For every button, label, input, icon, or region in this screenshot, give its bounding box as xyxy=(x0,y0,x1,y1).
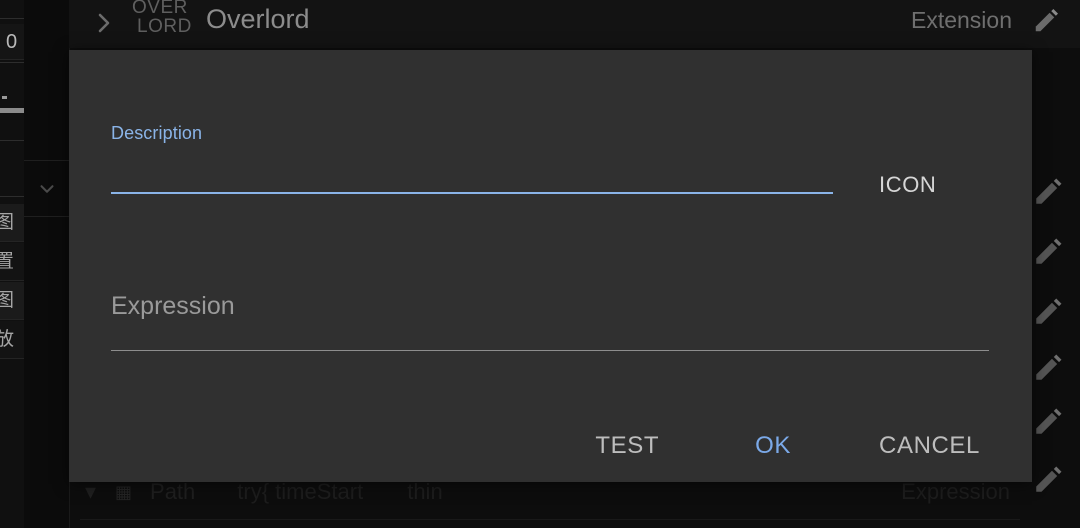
description-field-group: Description xyxy=(111,122,833,194)
bottom-row-divider xyxy=(80,519,1020,520)
pencil-icon[interactable] xyxy=(1032,174,1066,208)
brand-logo-line1: OVER xyxy=(132,0,188,18)
rail-divider xyxy=(0,62,24,63)
ok-button[interactable]: OK xyxy=(733,424,813,468)
left-rail: 0 图 置 图 放 xyxy=(0,0,25,528)
rail-glyph-2[interactable]: 置 xyxy=(0,243,24,281)
rail-glyph-4[interactable]: 放 xyxy=(0,321,24,359)
expression-field-group: Expression xyxy=(111,290,989,351)
icon-picker-button[interactable]: ICON xyxy=(879,172,936,198)
rail-divider xyxy=(0,196,24,197)
pencil-icon[interactable] xyxy=(1032,5,1062,35)
description-label: Description xyxy=(111,123,203,143)
dialog-actions: TEST OK CANCEL xyxy=(69,418,1032,474)
description-input[interactable] xyxy=(111,192,833,194)
test-button[interactable]: TEST xyxy=(573,424,681,468)
pencil-icon[interactable] xyxy=(1032,294,1066,328)
chevron-right-icon[interactable] xyxy=(92,8,116,38)
rail-dash-mark xyxy=(2,96,7,99)
page-title: Overlord xyxy=(206,4,310,34)
expression-placeholder: Expression xyxy=(111,292,235,320)
left-secondary-column xyxy=(24,0,70,528)
bottom-row-right-label: Expression xyxy=(901,479,1010,504)
rail-highlight-bar xyxy=(0,108,24,113)
cancel-button[interactable]: CANCEL xyxy=(857,424,1002,468)
rail-divider xyxy=(0,18,24,19)
rail-divider xyxy=(24,216,69,217)
pencil-icon[interactable] xyxy=(1032,234,1066,268)
pencil-icon[interactable] xyxy=(1032,350,1066,384)
header-right-label: Extension xyxy=(910,7,1012,33)
expression-edit-dialog: Description ICON Expression TEST OK CANC… xyxy=(69,50,1032,482)
bottom-row-expression: try{ timeStart xyxy=(237,479,364,504)
brand-logo-line2: LORD xyxy=(137,16,192,37)
rail-divider xyxy=(24,160,69,161)
expression-input[interactable] xyxy=(111,350,989,351)
bottom-row-extra: thin xyxy=(407,479,443,504)
rail-glyph-1[interactable]: 图 xyxy=(0,204,24,242)
bottom-row-name: Path xyxy=(150,479,196,504)
rail-glyph-3[interactable]: 图 xyxy=(0,282,24,320)
rail-divider xyxy=(0,140,24,141)
pencil-icon[interactable] xyxy=(1032,404,1066,438)
brand-logo: OVER LORD xyxy=(132,0,204,36)
script-icon: ▦ xyxy=(115,481,133,502)
chevron-down-icon[interactable]: ▾ xyxy=(85,479,105,505)
rail-zero-label: 0 xyxy=(0,24,24,60)
chevron-down-icon[interactable] xyxy=(36,178,58,200)
